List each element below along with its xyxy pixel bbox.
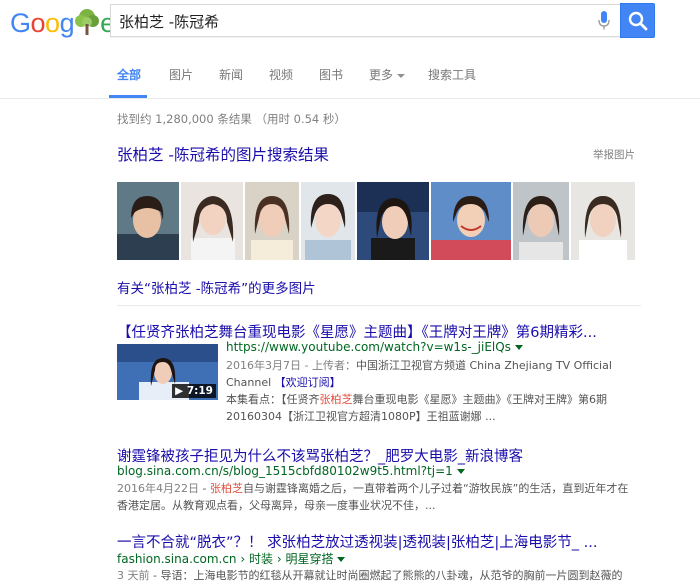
search-button[interactable]	[620, 3, 655, 38]
url-separator: ›	[236, 552, 249, 566]
result-meta-2: Channel 【欢迎订阅】	[226, 374, 341, 391]
image-thumbnail[interactable]	[301, 182, 355, 260]
image-thumbnail[interactable]	[571, 182, 635, 260]
snippet-part: 本集看点：【任贤齐	[226, 393, 320, 406]
divider	[117, 305, 641, 306]
snippet-part: - 导语：上海电影节的红毯从开幕就让时尚圈燃起了熊熊的八卦魂，从范爷的胸前一片圆…	[149, 569, 623, 582]
url-crumb[interactable]: 明星穿搭	[285, 552, 333, 566]
result-title[interactable]: 【任贤齐张柏芝舞台重现电影《星愿》主题曲】《王牌对王牌》第6期精彩...	[117, 321, 597, 342]
url-separator: ›	[273, 552, 286, 566]
snippet-highlight: 张柏芝	[319, 393, 353, 406]
image-thumbnail[interactable]	[181, 182, 243, 260]
image-thumbnail[interactable]	[245, 182, 299, 260]
microphone-icon[interactable]	[598, 11, 610, 31]
result-date: 2016年4月22日	[117, 482, 199, 495]
video-duration: ▶ 7:19	[172, 384, 216, 398]
chevron-down-icon	[397, 73, 406, 78]
result-url-text: https://www.youtube.com/watch?v=w1s-_jiE…	[226, 340, 511, 354]
result-url: blog.sina.com.cn/s/blog_1515cbfd80102w9t…	[117, 464, 465, 478]
header: Goog e	[0, 0, 700, 46]
google-logo[interactable]: Goog e	[10, 8, 115, 38]
tab-search-tools[interactable]: 搜索工具	[428, 66, 476, 83]
result-url-text: blog.sina.com.cn/s/blog_1515cbfd80102w9t…	[117, 464, 453, 478]
tab-all[interactable]: 全部	[117, 66, 141, 83]
search-tabs: 全部 图片 新闻 视频 图书 更多 搜索工具	[0, 46, 700, 99]
url-crumb[interactable]: 时装	[249, 552, 273, 566]
result-stats: 找到约 1,280,000 条结果 （用时 0.54 秒）	[117, 112, 346, 126]
result-url-domain: fashion.sina.com.cn	[117, 552, 237, 566]
result-url: https://www.youtube.com/watch?v=w1s-_jiE…	[226, 340, 523, 354]
image-thumbnail[interactable]	[431, 182, 511, 260]
result-channel: Channel	[226, 376, 272, 389]
result-snippet: 3 天前 - 导语：上海电影节的红毯从开幕就让时尚圈燃起了熊熊的八卦魂，从范爷的…	[117, 567, 622, 584]
tab-more[interactable]: 更多	[369, 66, 406, 83]
snippet-part: 自与谢霆锋离婚之后，一直带着两个儿子过着“游牧民族”的生活，直到近年才在	[242, 482, 629, 495]
search-icon	[628, 11, 648, 31]
snippet-part: -	[199, 482, 210, 495]
result-snippet-2: 20160304【浙江卫视官方超清1080P】王祖蓝谢娜 ...	[226, 410, 496, 423]
video-thumbnail[interactable]: ▶ 7:19	[117, 344, 218, 400]
active-tab-indicator	[109, 95, 147, 98]
tab-books[interactable]: 图书	[319, 66, 343, 83]
search-input[interactable]	[119, 10, 579, 32]
result-title[interactable]: 谢霆锋被孩子拒见为什么不该骂张柏芝？_肥罗大电影_新浪博客	[117, 445, 523, 466]
result-date: 2016年3月7日 - 上传者：	[226, 359, 356, 372]
image-thumbnail[interactable]	[117, 182, 179, 260]
tab-news[interactable]: 新闻	[219, 66, 243, 83]
url-dropdown-caret-icon[interactable]	[337, 557, 346, 562]
image-thumbnail[interactable]	[357, 182, 429, 260]
result-title[interactable]: 一言不合就“脱衣”？！ 求张柏芝放过透视装|透视装|张柏芝|上海电影节_ ...	[117, 531, 597, 552]
result-uploader: 中国浙江卫视官方频道 China Zhejiang TV Official	[355, 359, 612, 372]
more-images-link[interactable]: 有关“张柏芝 -陈冠希”的更多图片	[117, 277, 316, 297]
result-date: 3 天前	[117, 569, 150, 582]
url-dropdown-caret-icon[interactable]	[514, 345, 523, 350]
image-results-title[interactable]: 张柏芝 -陈冠希的图片搜索结果	[117, 143, 329, 165]
snippet-part: 舞台重现电影《星愿》主题曲》《王牌对王牌》第6期	[352, 393, 608, 406]
result-meta: 2016年3月7日 - 上传者：中国浙江卫视官方频道 China Zhejian…	[226, 357, 612, 374]
tab-images[interactable]: 图片	[169, 66, 193, 83]
tab-videos[interactable]: 视频	[269, 66, 293, 83]
tree-doodle-icon	[75, 9, 100, 35]
tab-more-label: 更多	[369, 68, 394, 82]
report-images-link[interactable]: 举报图片	[593, 147, 635, 162]
snippet-highlight: 张柏芝	[209, 482, 243, 495]
image-thumbnail[interactable]	[513, 182, 569, 260]
url-dropdown-caret-icon[interactable]	[456, 469, 465, 474]
result-snippet-2: 香港定居。从教育观点看，父母离异，母亲一度事业状况不佳，...	[117, 499, 436, 512]
subscribe-link[interactable]: 【欢迎订阅】	[275, 376, 341, 389]
result-snippet: 本集看点：【任贤齐张柏芝舞台重现电影《星愿》主题曲》《王牌对王牌》第6期	[226, 391, 607, 408]
result-snippet: 2016年4月22日 - 张柏芝自与谢霆锋离婚之后，一直带着两个儿子过着“游牧民…	[117, 480, 628, 497]
search-box[interactable]	[110, 4, 620, 37]
result-url: fashion.sina.com.cn › 时装 › 明星穿搭	[117, 550, 346, 567]
